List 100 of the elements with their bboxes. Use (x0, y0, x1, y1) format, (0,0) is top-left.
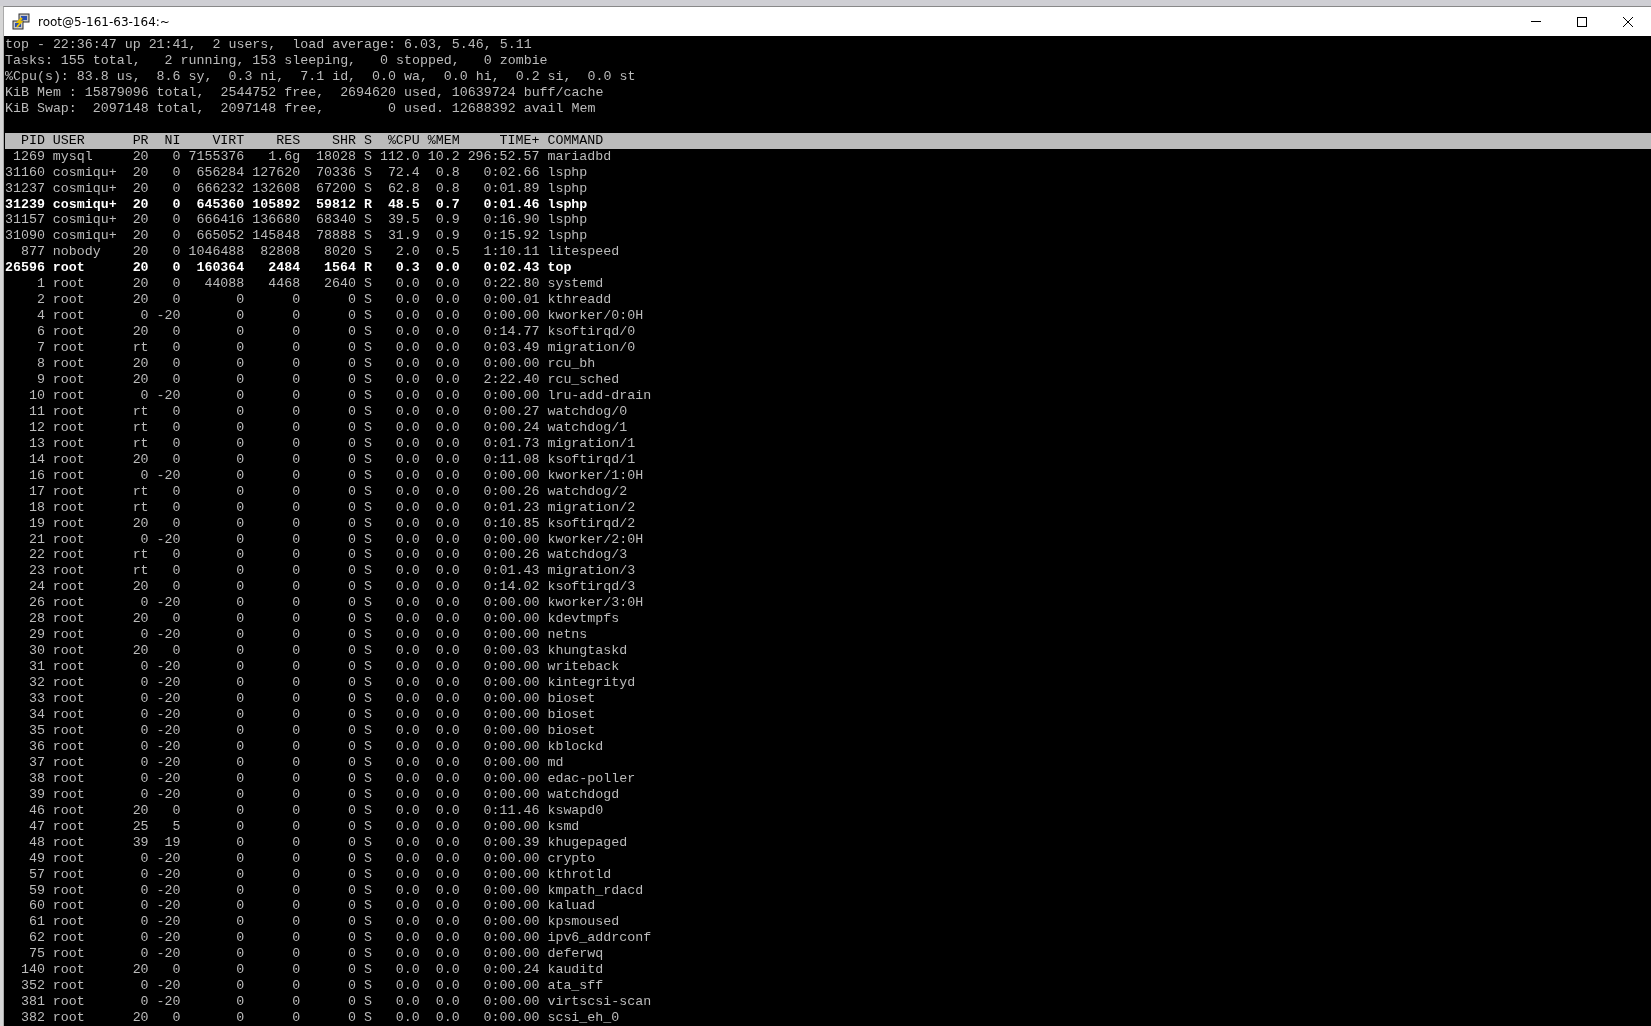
table-cell-text: 20 (131, 276, 149, 293)
table-cell-text: root (52, 563, 86, 580)
table-cell-text: 0.0 (394, 372, 420, 388)
table-cell-text: 61 (27, 914, 45, 931)
table-cell-text: 0 (171, 260, 181, 277)
table-cell-text: 0.8 (434, 180, 460, 197)
table-cell-text: 0:14.02 (482, 579, 540, 596)
table-cell-text: 0 (291, 691, 301, 707)
table-cell-text: 0 (139, 754, 149, 771)
table-cell-text: 0 (235, 659, 245, 676)
table-cell: S (363, 898, 372, 915)
table-cell-text: writeback (547, 659, 621, 676)
table-cell: S (363, 770, 372, 787)
table-cell: 31157 (5, 212, 45, 229)
table-cell-text: 2640 (323, 276, 356, 293)
table-cell-text: 0.0 (434, 754, 460, 771)
table-cell-text: 0:00.00 (482, 707, 540, 723)
table-cell-text: 0.0 (394, 547, 420, 564)
table-cell-text: 0 (235, 691, 245, 707)
table-cell-text: 0 (291, 866, 301, 883)
table-cell: S (363, 786, 372, 803)
table-cell-text: 0.0 (394, 882, 420, 899)
table-cell: S (363, 164, 372, 181)
table-cell-text: 48 (27, 834, 45, 851)
table-cell-text: rcu_sched (547, 372, 621, 388)
table-cell: S (363, 946, 372, 963)
table-cell-text: 0.0 (434, 930, 460, 947)
table-cell-text: 0.0 (434, 738, 460, 755)
table-cell-text: 20 (131, 292, 149, 309)
table-cell-text: 0 (171, 196, 181, 213)
table-cell-text: edac-poller (547, 770, 637, 787)
table-cell-text: 0.0 (434, 978, 460, 995)
table-cell-text: 0 (347, 962, 356, 979)
table-cell-text: 0 (235, 675, 245, 692)
table-cell-text: 0 (235, 834, 245, 851)
table-cell-text: 0 (235, 978, 245, 995)
table-cell-text: 0 (235, 866, 245, 883)
table-cell-text: 1269 (11, 148, 45, 165)
table-cell-text: 0:16.90 (482, 212, 540, 229)
table-cell-text: 0:00.00 (482, 356, 540, 372)
table-cell-text: 39 (131, 834, 149, 851)
table-cell-text: 49 (27, 850, 45, 867)
table-cell: S (363, 419, 372, 436)
table-cell-text: 0 (235, 786, 245, 803)
table-cell: -20 (156, 898, 181, 915)
table-cell-text: kthrotld (547, 866, 613, 883)
table-cell-text: kpsmoused (547, 914, 621, 931)
table-cell-text: 0.0 (394, 435, 420, 452)
table-cell-text: 2484 (267, 260, 301, 277)
table-cell-text: 0 (347, 978, 356, 995)
table-cell-text: 140 (19, 962, 45, 979)
table-cell-text: root (52, 962, 86, 979)
table-cell-text: 0 (291, 946, 301, 963)
table-cell-text: 0 (171, 515, 181, 532)
table-cell-text: 0.0 (434, 467, 460, 484)
table-cell: -20 (156, 994, 181, 1011)
table-cell-text: 381 (19, 994, 45, 1011)
summary-line: Tasks: 155 total, 2 running, 153 sleeping, 0 stopped, 0 zombie (5, 52, 549, 69)
table-cell: 7155376 (188, 148, 245, 165)
table-cell-text: 19 (163, 834, 181, 851)
table-cell-text: root (52, 898, 86, 915)
table-cell: S (363, 627, 372, 644)
table-cell-text: 0 (171, 499, 181, 516)
table-cell-text: systemd (547, 276, 605, 293)
table-cell-text: migration/1 (547, 435, 637, 452)
table-cell: cosmiqu+ (52, 180, 117, 197)
table-cell-text: 12 (27, 419, 45, 436)
table-cell-text: 0 (291, 467, 301, 484)
table-cell-text: 0:00.26 (482, 547, 540, 564)
table-cell: -20 (156, 754, 181, 771)
table-cell-text: root (52, 866, 86, 883)
table-cell-text: 0.0 (394, 659, 420, 676)
table-cell-text: kmpath_rdacd (547, 882, 645, 899)
table-cell: S (363, 579, 372, 596)
table-cell-text: 0:00.01 (482, 292, 540, 309)
table-cell-text: kthreadd (547, 292, 613, 309)
table-cell-text: ksoftirqd/3 (547, 579, 637, 596)
table-cell-text: 28 (27, 611, 45, 628)
table-cell-text: 0 (291, 914, 301, 931)
table-cell-text: 0 (235, 547, 245, 564)
table-cell-text: 0.0 (434, 547, 460, 564)
table-cell: S (363, 324, 372, 341)
table-cell-text: 0 (171, 483, 181, 500)
table-cell-text: root (52, 978, 86, 995)
table-cell-text: 0 (291, 786, 301, 803)
table-cell-text: 20 (131, 579, 149, 596)
table-cell-text: migration/3 (547, 563, 637, 580)
computers-icon (12, 12, 30, 31)
table-cell-text: 0:00.27 (482, 403, 540, 420)
table-cell-text: 4468 (267, 276, 301, 293)
column-header: %MEM (427, 132, 460, 149)
table-cell: 112.0 (379, 148, 420, 165)
table-cell-text: 0 (347, 834, 356, 851)
column-header: S (363, 132, 372, 149)
table-cell-text: root (52, 499, 86, 516)
table-cell-text: 0 (139, 387, 149, 404)
table-cell-text: 0 (347, 722, 356, 739)
table-cell-text: 0.0 (434, 387, 460, 404)
table-cell-text: 0 (347, 324, 356, 341)
column-header: PR (131, 132, 149, 149)
